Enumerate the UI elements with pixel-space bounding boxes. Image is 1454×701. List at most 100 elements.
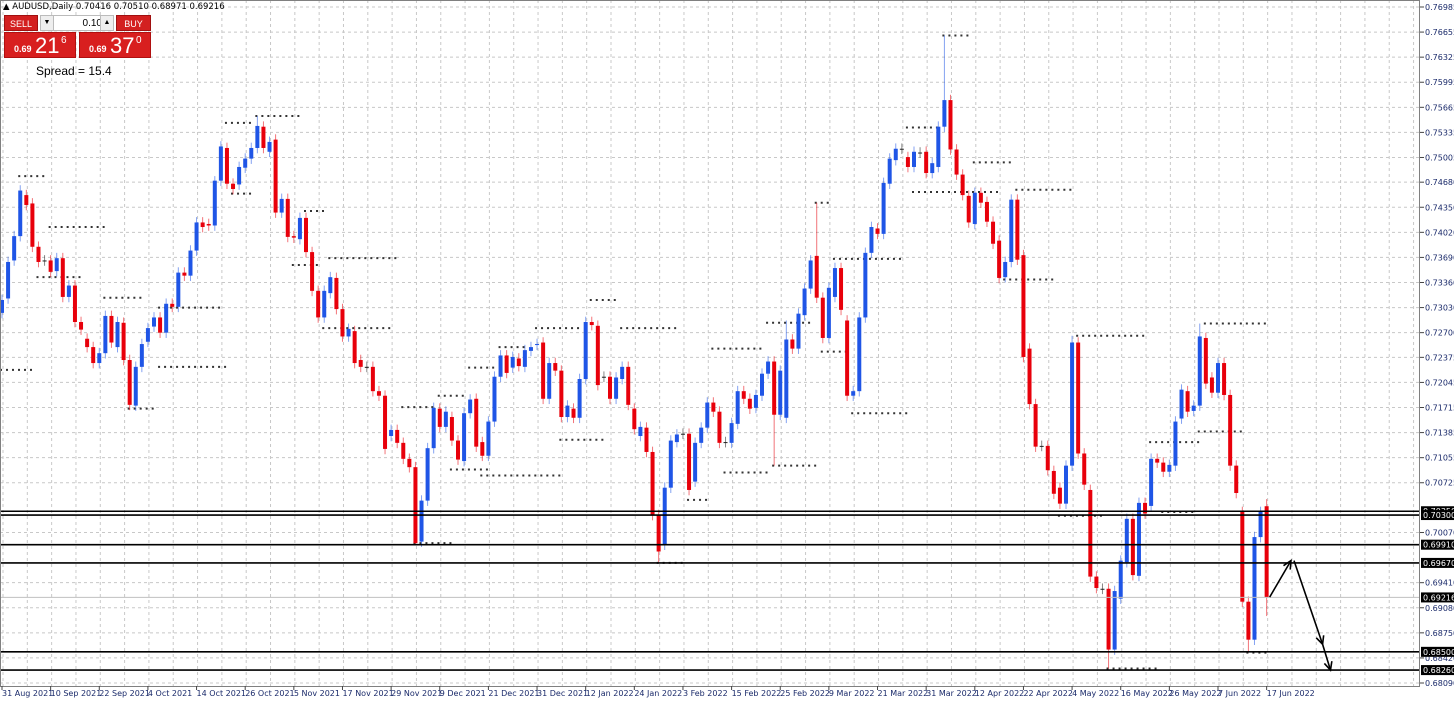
candle	[297, 212, 302, 245]
candle-body-bear	[456, 440, 460, 460]
candle-body-bull	[778, 370, 783, 415]
candle-body-bull	[486, 421, 491, 456]
candle	[705, 397, 710, 433]
candle-body-bull	[267, 141, 272, 152]
price-tick-label: 0.75005	[1425, 153, 1454, 162]
candle-body-bull	[468, 399, 473, 414]
candle	[747, 393, 752, 414]
candle	[912, 146, 916, 173]
candle-body-bull	[1167, 464, 1172, 472]
candle-body-bear	[358, 360, 363, 367]
candle-body-bull	[164, 303, 169, 333]
candle	[504, 350, 509, 379]
candle	[18, 185, 23, 242]
candle	[255, 116, 260, 154]
candle	[218, 141, 223, 186]
price-axis[interactable]: 0.76985 0.76655 0.76325 0.75995 0.75665 0.753…	[1420, 3, 1454, 688]
candle-body-bull	[735, 391, 740, 424]
sell-button[interactable]: SELL	[4, 15, 38, 31]
date-tick-label: 26 Oct 2021	[245, 689, 294, 698]
candle	[553, 357, 558, 376]
candle-body-bull	[212, 180, 217, 226]
buy-button[interactable]: BUY	[116, 15, 151, 31]
candles	[0, 35, 1269, 669]
candle-body-bull	[1216, 363, 1220, 393]
candle-body-bull	[1173, 421, 1178, 466]
price-chart[interactable]: 0.76985 0.76655 0.76325 0.75995 0.75665 0.753…	[0, 0, 1454, 701]
candle	[188, 245, 193, 281]
candle-body-bear	[924, 151, 929, 174]
price-tick-label: 0.72375	[1425, 353, 1454, 362]
candle	[1252, 531, 1257, 646]
horizontal-levels[interactable]	[0, 510, 1420, 671]
candle	[91, 341, 96, 369]
date-tick-label: 22 Apr 2022	[1023, 689, 1072, 698]
candle	[1088, 484, 1093, 582]
candle-body-bear	[413, 467, 418, 544]
time-axis[interactable]: 31 Aug 202110 Sep 202122 Sep 20214 Oct 2…	[1, 686, 1315, 698]
candle	[36, 241, 41, 268]
buy-price-pips: 37	[110, 33, 135, 58]
candle	[839, 262, 844, 316]
candle	[522, 344, 527, 373]
candle-body-bear	[291, 236, 296, 238]
candle-body-bull	[1003, 261, 1008, 278]
candle	[42, 255, 47, 266]
candle-body-bear	[158, 317, 163, 333]
date-tick-label: 22 Sep 2021	[99, 689, 150, 698]
candle	[109, 310, 114, 348]
candle-body-bull	[1064, 465, 1068, 504]
candle	[960, 169, 965, 201]
date-tick-label: 7 Jun 2022	[1218, 689, 1261, 698]
candle-body-bear	[680, 433, 685, 435]
candle-body-bear	[42, 260, 47, 262]
candle	[231, 178, 236, 195]
date-tick-label: 31 Aug 2021	[2, 689, 53, 698]
candle	[474, 393, 479, 452]
candle-body-bull	[826, 287, 831, 338]
date-tick-label: 25 Feb 2022	[780, 689, 830, 698]
buy-price-prefix: 0.69	[89, 44, 107, 54]
candle-body-bull	[942, 100, 947, 127]
candle-body-bull	[1149, 458, 1154, 506]
candle	[644, 422, 649, 458]
candle-body-bull	[863, 252, 868, 318]
candle-body-bear	[820, 297, 825, 338]
candle-body-bull	[638, 426, 643, 437]
sell-price-button[interactable]: 0.69 21 6	[4, 32, 76, 58]
candle-body-bull	[462, 413, 467, 462]
lot-size-stepper[interactable]: ▼ ▲	[40, 15, 114, 31]
candle-body-bear	[24, 195, 29, 205]
date-tick-label: 4 May 2022	[1072, 689, 1119, 698]
candle-body-bear	[608, 376, 612, 399]
price-tick-label: 0.70070	[1425, 529, 1454, 538]
candle-body-bull	[297, 217, 302, 240]
candle-body-bull	[936, 126, 941, 167]
candle	[711, 397, 716, 418]
lot-size-input[interactable]	[54, 16, 104, 30]
candle-body-bear	[36, 246, 41, 262]
collapse-arrow-icon[interactable]: ▲	[3, 2, 10, 12]
buy-price-button[interactable]: 0.69 37 0	[79, 32, 151, 58]
candle-body-bear	[1264, 506, 1269, 598]
candle-body-bull	[851, 391, 856, 396]
candle-body-bear	[340, 309, 345, 337]
candle-body-bull	[103, 315, 108, 354]
candle	[261, 121, 266, 154]
lot-increase-icon[interactable]: ▲	[100, 16, 113, 30]
lot-decrease-icon[interactable]: ▼	[41, 16, 54, 30]
candle	[760, 368, 764, 402]
candle-body-bull	[972, 192, 977, 224]
candle	[139, 338, 144, 373]
candle-body-bear	[310, 252, 315, 291]
candle-body-bear	[85, 338, 90, 348]
date-tick-label: 12 Jan 2022	[586, 689, 634, 698]
candle	[273, 134, 278, 218]
price-level-label: 0.69910	[1423, 541, 1454, 550]
candle-body-bear	[845, 320, 850, 396]
candle	[212, 176, 217, 231]
candle-body-bear	[1015, 199, 1020, 260]
candle	[808, 255, 813, 294]
candle-body-bear	[747, 398, 752, 409]
candle	[401, 437, 406, 465]
